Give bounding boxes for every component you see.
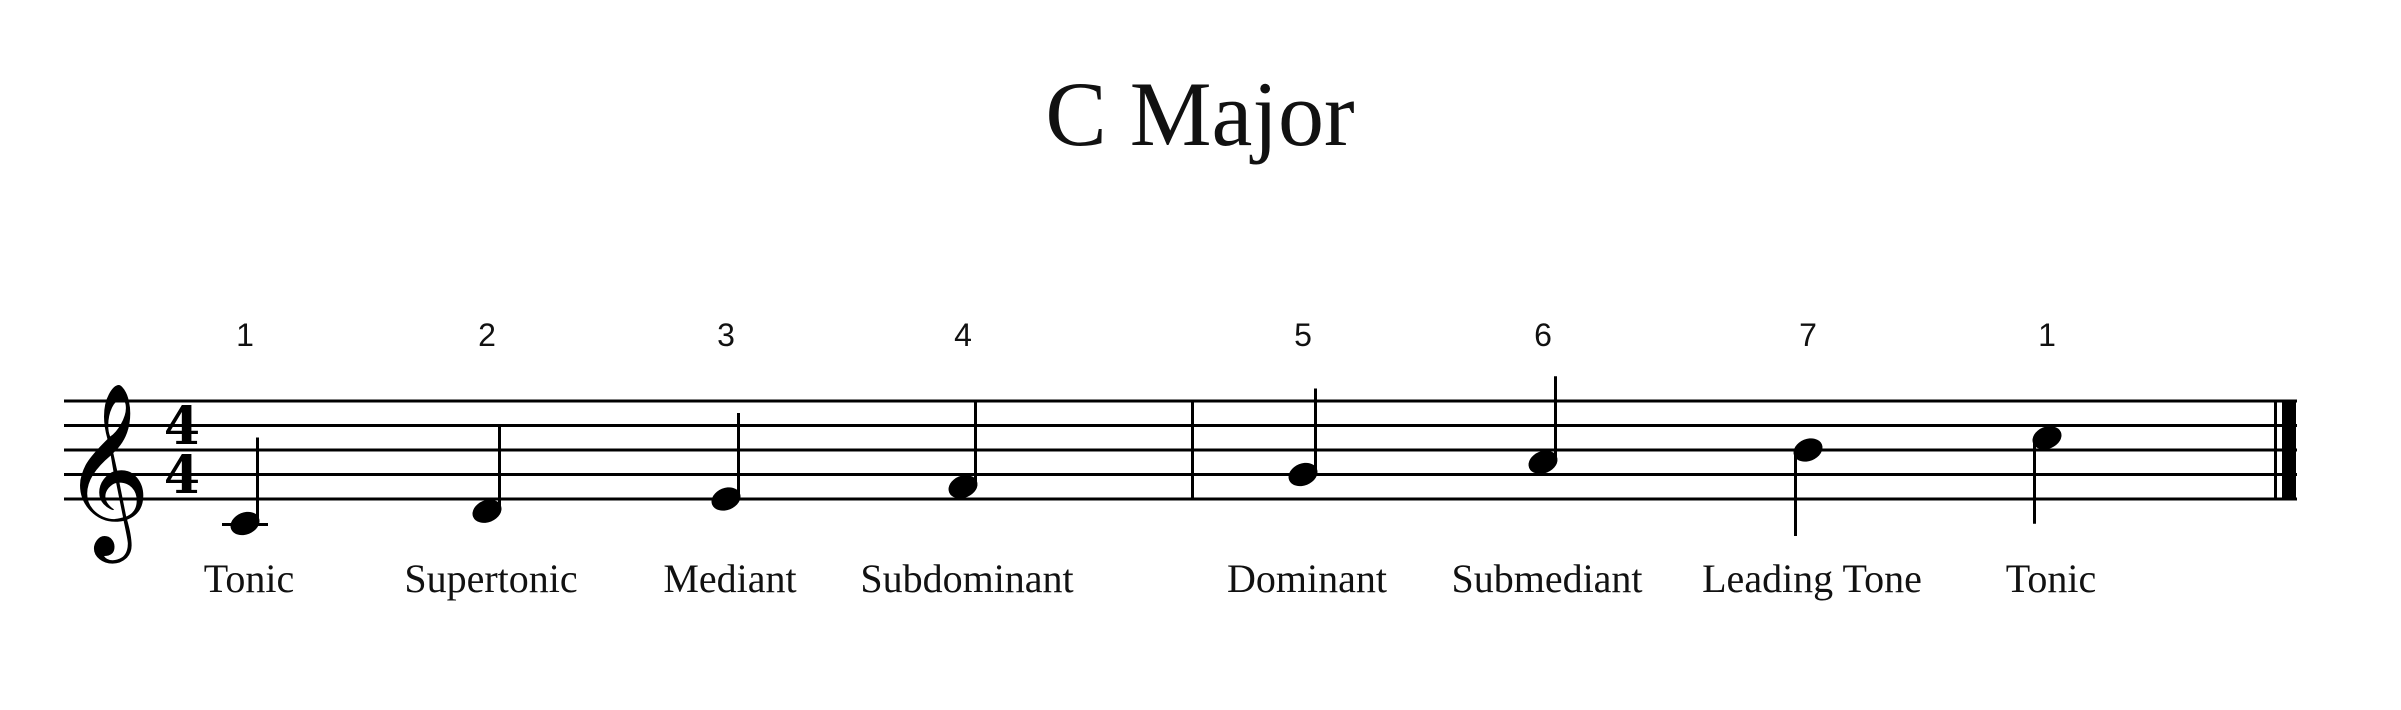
- note-stem: [256, 437, 259, 524]
- note-stem: [2033, 437, 2036, 524]
- degree-name: Submediant: [1451, 556, 1642, 601]
- note-8: 1 Tonic: [2006, 317, 2097, 601]
- staff-line: [64, 497, 2297, 501]
- note-stem: [498, 425, 501, 512]
- degree-name: Dominant: [1227, 556, 1387, 601]
- sheet-music: C Major 𝄞 4 4 1 Tonic 2 Supertonic 3 Mediant 4…: [62, 63, 2297, 601]
- note-6: 6 Submediant: [1451, 317, 1642, 601]
- scale-degree: 6: [1534, 317, 1552, 353]
- scale-degree: 1: [2038, 317, 2056, 353]
- time-signature-bottom: 4: [164, 445, 200, 506]
- staff-line: [64, 448, 2297, 452]
- degree-name: Tonic: [204, 556, 295, 601]
- note-5: 5 Dominant: [1227, 317, 1387, 601]
- title: C Major: [1045, 63, 1354, 165]
- note-4: 4 Subdominant: [860, 317, 1073, 601]
- final-barline-thick: [2282, 401, 2296, 499]
- note-stem: [1794, 450, 1797, 536]
- note-stem: [974, 400, 977, 487]
- scale-degree: 2: [478, 317, 496, 353]
- degree-name: Supertonic: [404, 556, 577, 601]
- scale-degree: 4: [954, 317, 972, 353]
- note-stem: [1554, 376, 1557, 463]
- note-7: 7 Leading Tone: [1702, 317, 1922, 601]
- scale-degree: 5: [1294, 317, 1312, 353]
- final-barline-thin: [2274, 401, 2277, 499]
- scale-degree: 1: [236, 317, 254, 353]
- staff-line: [64, 424, 2297, 427]
- note-stem: [737, 413, 740, 499]
- note-3: 3 Mediant: [663, 317, 796, 601]
- scale-degree: 7: [1799, 317, 1817, 353]
- staff-line: [64, 473, 2297, 476]
- scale-degree: 3: [717, 317, 735, 353]
- note-2: 2 Supertonic: [404, 317, 577, 601]
- degree-name: Tonic: [2006, 556, 2097, 601]
- degree-name: Mediant: [663, 556, 796, 601]
- degree-name: Leading Tone: [1702, 556, 1922, 601]
- degree-name: Subdominant: [860, 556, 1073, 601]
- staff: [64, 399, 2297, 501]
- barline: [1191, 401, 1194, 499]
- note-1: 1 Tonic: [204, 317, 295, 601]
- staff-line: [64, 399, 2297, 403]
- treble-clef-icon: 𝄞: [62, 382, 151, 564]
- note-stem: [1314, 388, 1317, 475]
